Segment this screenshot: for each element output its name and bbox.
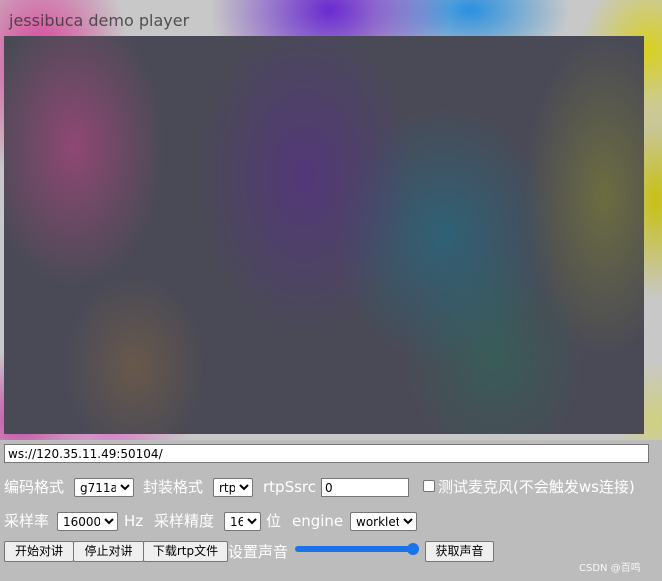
sample-precision-select[interactable]: 16 (224, 512, 261, 531)
volume-slider-thumb[interactable] (407, 543, 419, 555)
video-canvas[interactable] (4, 36, 644, 434)
rtp-ssrc-input[interactable] (321, 478, 409, 497)
encode-format-select[interactable]: g711a (74, 478, 134, 497)
mic-test-label: 测试麦克风(不会触发ws连接) (438, 478, 635, 496)
volume-slider-track[interactable] (295, 546, 417, 552)
get-sound-button[interactable]: 获取声音 (425, 541, 494, 562)
start-talk-button[interactable]: 开始对讲 (4, 541, 74, 562)
download-rtp-button[interactable]: 下载rtp文件 (143, 541, 228, 562)
engine-label: engine (292, 512, 344, 530)
stop-talk-button[interactable]: 停止对讲 (73, 541, 144, 562)
rtp-ssrc-label: rtpSsrc (263, 478, 316, 496)
encode-format-label: 编码格式 (4, 478, 65, 496)
sample-rate-unit: Hz (124, 512, 144, 530)
package-format-select[interactable]: rtp (213, 478, 253, 497)
engine-select[interactable]: worklet (350, 512, 417, 531)
mic-test-checkbox[interactable] (423, 480, 435, 492)
url-input[interactable] (4, 444, 649, 463)
sample-rate-label: 采样率 (4, 512, 50, 530)
sample-rate-select[interactable]: 16000 (57, 512, 118, 531)
sample-precision-unit: 位 (266, 512, 282, 530)
package-format-label: 封装格式 (143, 478, 204, 496)
player-title: jessibuca demo player (9, 11, 190, 30)
watermark-text: CSDN @百鸣 (579, 563, 641, 574)
sample-precision-label: 采样精度 (154, 512, 215, 530)
volume-label: 设置声音 (228, 543, 289, 561)
